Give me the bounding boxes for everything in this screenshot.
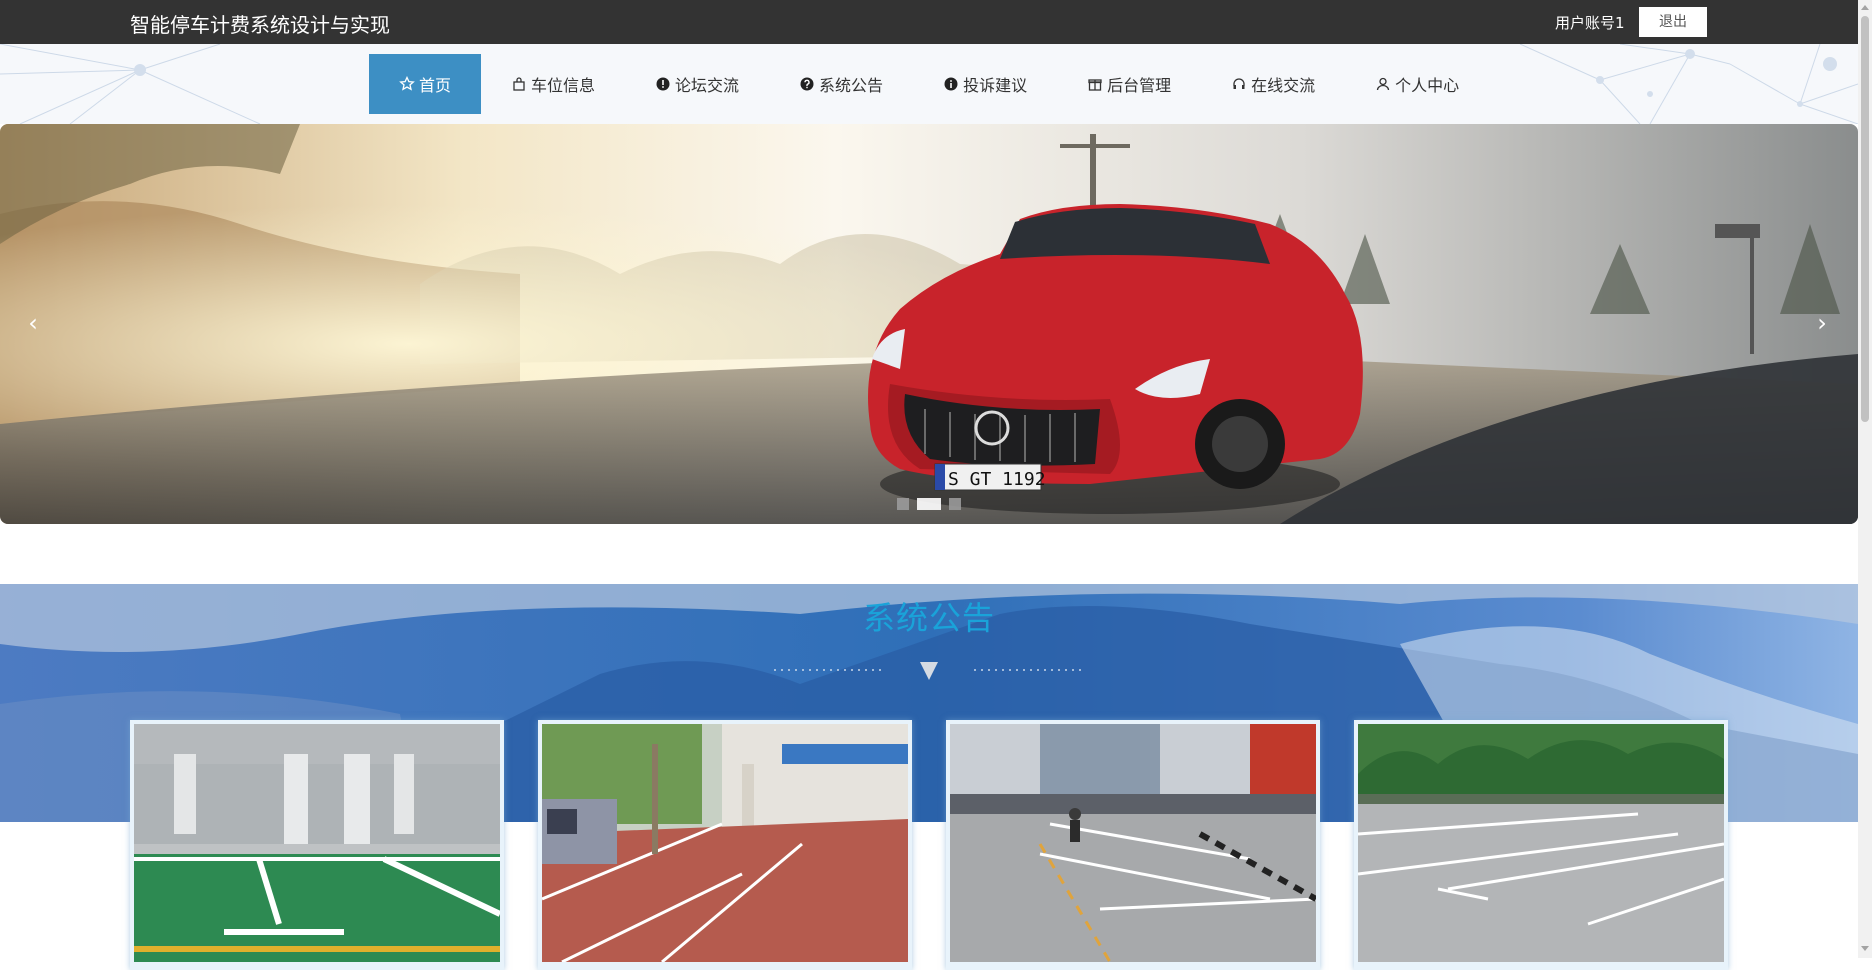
down-arrow-icon (920, 662, 938, 680)
nav-item-profile[interactable]: 个人中心 (1345, 54, 1489, 114)
section-divider-decoration (774, 662, 1084, 680)
nav-item-label: 首页 (419, 76, 452, 95)
card-image-outdoor-parking (1358, 724, 1724, 962)
license-plate-text: S GT 1192 (948, 469, 1046, 490)
user-account-label[interactable]: 用户账号1 (1555, 12, 1625, 33)
scroll-down-arrow[interactable] (1861, 946, 1869, 951)
carousel-next-button[interactable]: › (1807, 309, 1837, 339)
nav-item-online-chat[interactable]: 在线交流 (1201, 54, 1345, 114)
scrollbar-thumb[interactable] (1861, 16, 1869, 422)
nav-item-admin[interactable]: 后台管理 (1057, 54, 1201, 114)
announcements-title: 系统公告 (862, 599, 995, 637)
question-circle-icon (800, 77, 814, 91)
nav-item-forum[interactable]: 论坛交流 (625, 54, 769, 114)
exclamation-circle-icon (656, 77, 670, 91)
bag-icon (513, 77, 525, 91)
info-circle-icon (944, 77, 958, 91)
nav-item-complaints[interactable]: 投诉建议 (913, 54, 1057, 114)
nav-item-label: 后台管理 (1107, 76, 1172, 95)
nav-item-label: 投诉建议 (963, 76, 1028, 95)
top-bar: 智能停车计费系统设计与实现 用户账号1 退出 (0, 0, 1872, 44)
carousel-dot-2[interactable] (917, 498, 941, 510)
hero-slide-image: S GT 1192 (0, 124, 1858, 524)
announcement-card-3[interactable] (946, 720, 1320, 970)
card-image-lot-parking (950, 724, 1316, 962)
nav-item-label: 论坛交流 (675, 76, 740, 95)
logout-button[interactable]: 退出 (1639, 7, 1707, 37)
carousel-indicators (897, 498, 961, 510)
nav-item-label: 车位信息 (531, 76, 596, 95)
headset-icon (1233, 78, 1245, 89)
announcement-card-1[interactable] (130, 720, 504, 970)
page-scrollbar[interactable] (1858, 0, 1872, 958)
nav-item-parking-info[interactable]: 车位信息 (481, 54, 625, 114)
nav-bar: 首页 车位信息 论坛交流 系统公告 投诉建议 后台管理 在线交流 个人中心 (0, 44, 1858, 124)
star-icon (399, 76, 415, 91)
carousel-prev-button[interactable]: ‹ (18, 309, 48, 339)
card-image-underground-parking (134, 724, 500, 962)
gift-icon (1088, 79, 1102, 91)
user-icon (1376, 77, 1390, 91)
card-image-street-parking (542, 724, 908, 962)
nav-item-label: 在线交流 (1251, 76, 1316, 95)
announcement-card-4[interactable] (1354, 720, 1728, 970)
announcement-card-2[interactable] (538, 720, 912, 970)
hero-carousel[interactable]: S GT 1192 ‹ › (0, 124, 1858, 524)
scroll-up-arrow[interactable] (1861, 5, 1869, 10)
nav-item-announcements[interactable]: 系统公告 (769, 54, 913, 114)
nav-item-label: 个人中心 (1395, 76, 1460, 95)
carousel-dot-1[interactable] (897, 498, 909, 510)
nav-item-home[interactable]: 首页 (369, 54, 482, 114)
site-title: 智能停车计费系统设计与实现 (130, 13, 390, 37)
nav-item-label: 系统公告 (819, 76, 884, 95)
main-nav: 首页 车位信息 论坛交流 系统公告 投诉建议 后台管理 在线交流 个人中心 (369, 54, 1489, 114)
carousel-dot-3[interactable] (949, 498, 961, 510)
